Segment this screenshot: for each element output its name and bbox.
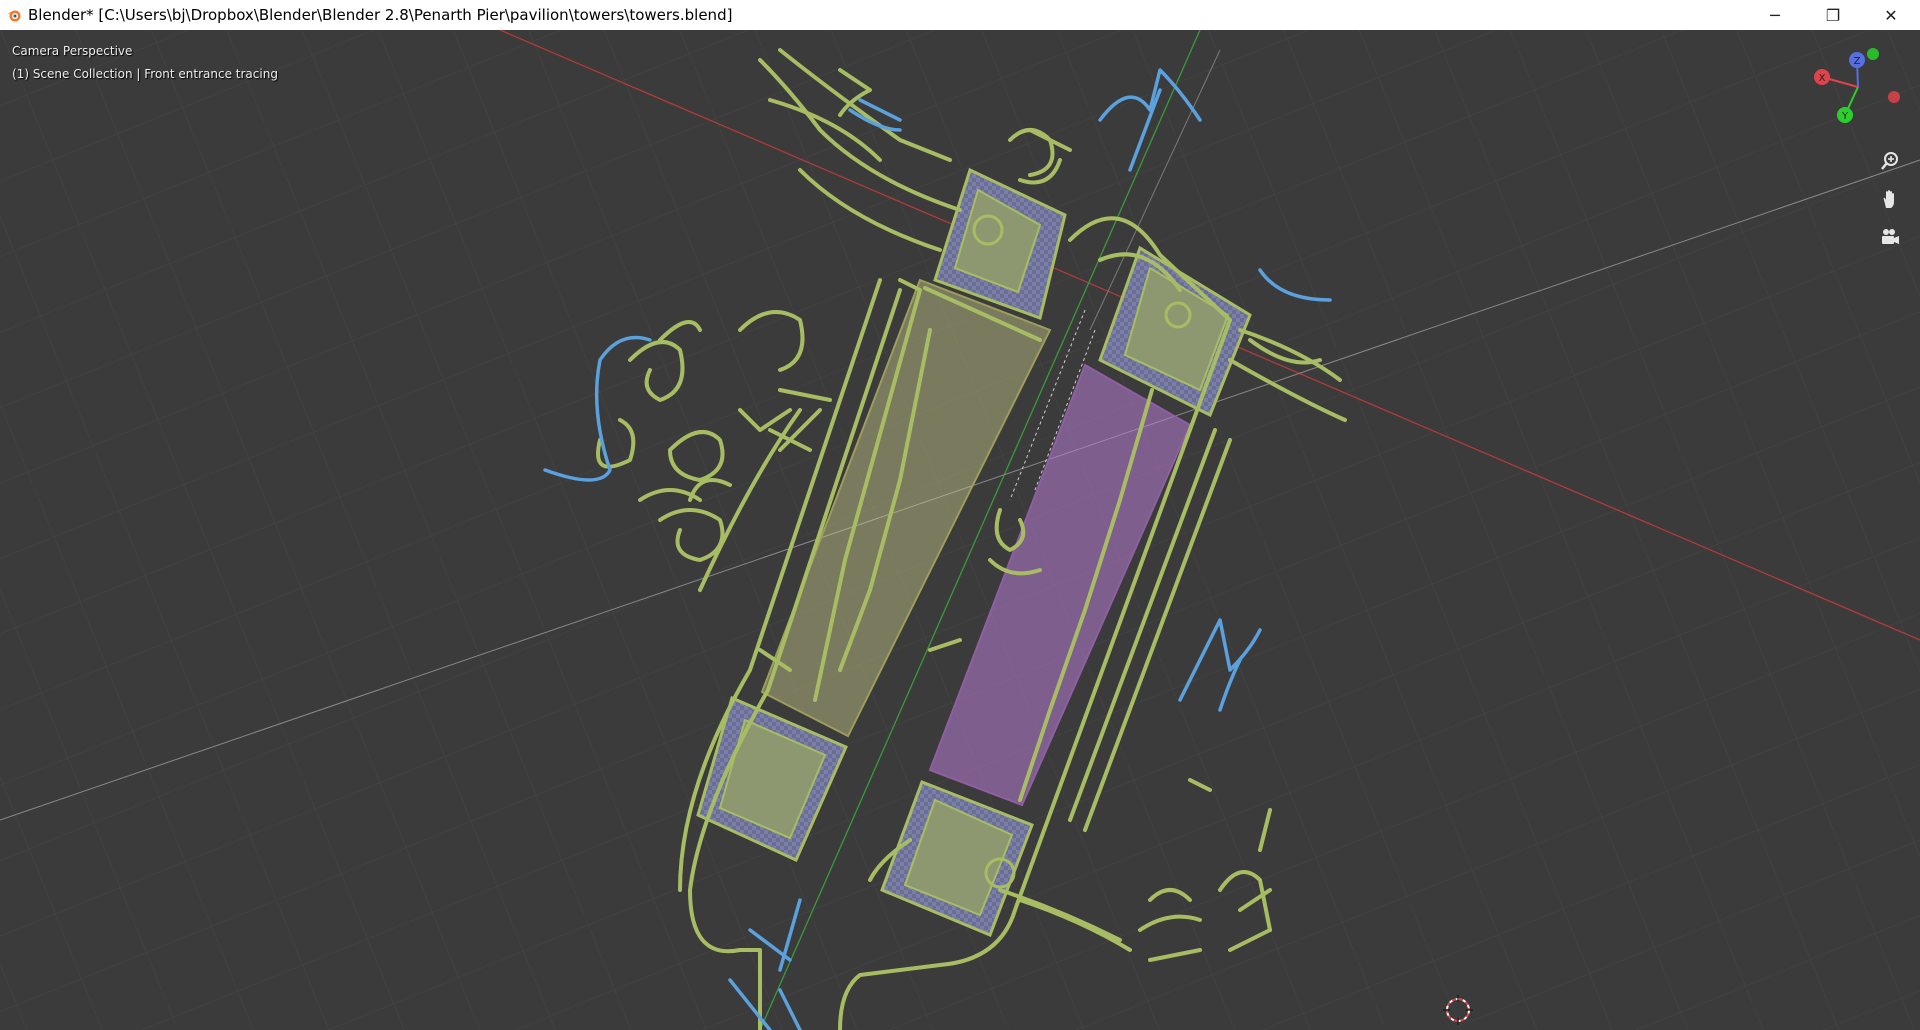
blender-logo-icon	[7, 10, 21, 22]
neg-y-axis-handle[interactable]	[1867, 48, 1879, 60]
pan-tool[interactable]	[1877, 186, 1903, 212]
zoom-tool[interactable]	[1877, 148, 1903, 174]
close-button[interactable]: ✕	[1862, 0, 1920, 30]
z-axis-label: Z	[1854, 56, 1861, 67]
collection-info: (1) Scene Collection | Front entrance tr…	[12, 67, 278, 81]
camera-icon	[1882, 229, 1899, 244]
x-axis-label: X	[1819, 73, 1826, 84]
zoom-icon	[1881, 152, 1898, 170]
scene-drawing	[0, 30, 1920, 1030]
window-controls: ─ ❐ ✕	[1746, 0, 1920, 30]
maximize-button[interactable]: ❐	[1804, 0, 1862, 30]
3d-viewport[interactable]: Camera Perspective (1) Scene Collection …	[0, 30, 1920, 1030]
pan-hand-icon	[1883, 190, 1894, 208]
title-bar: Blender* [C:\Users\bj\Dropbox\Blender\Bl…	[0, 0, 1920, 30]
view-name: Camera Perspective	[12, 44, 133, 58]
window-title: Blender* [C:\Users\bj\Dropbox\Blender\Bl…	[28, 6, 733, 24]
minimize-button[interactable]: ─	[1746, 0, 1804, 30]
camera-view-tool[interactable]	[1877, 224, 1903, 250]
neg-x-axis-handle[interactable]	[1888, 91, 1900, 103]
y-axis-label: Y	[1841, 111, 1849, 122]
3d-cursor[interactable]	[1441, 993, 1475, 1027]
navigation-gizmo[interactable]: X Z Y	[1800, 45, 1910, 140]
